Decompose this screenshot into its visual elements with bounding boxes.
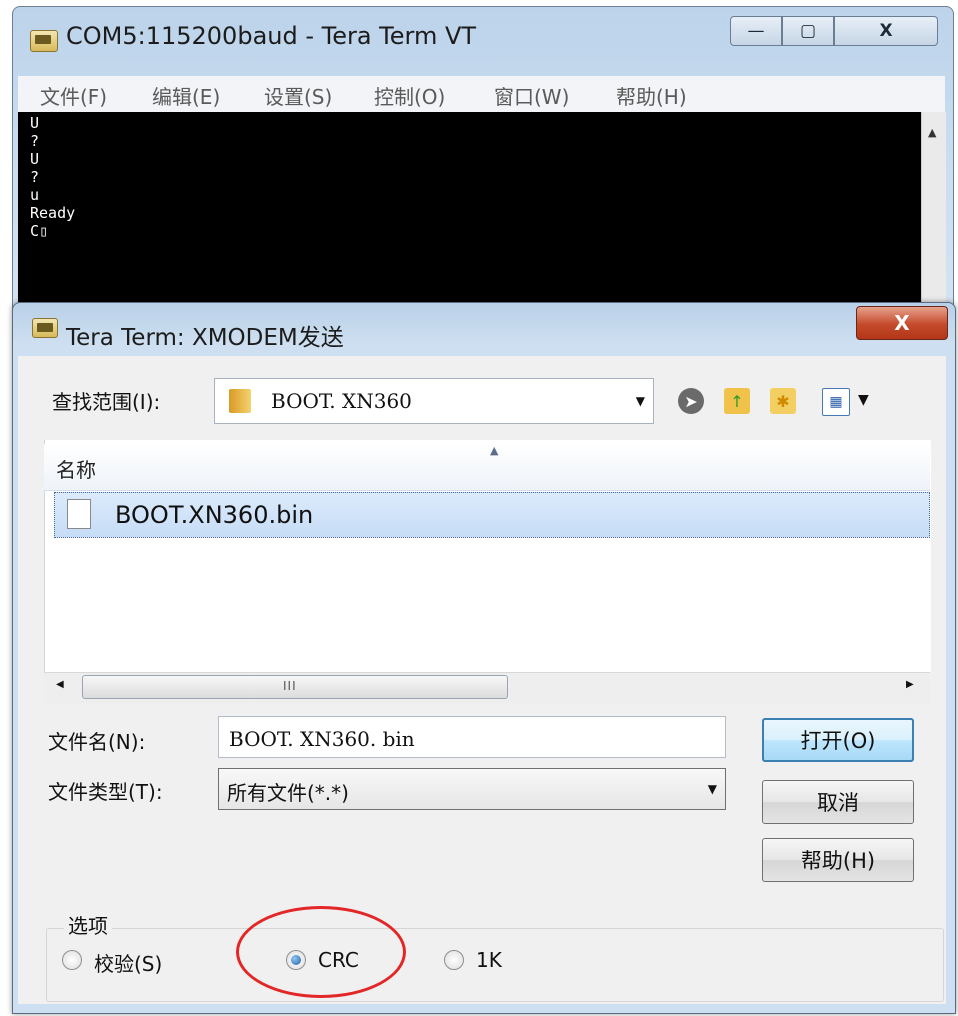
column-header-name[interactable]: 名称 ▲ xyxy=(44,444,930,491)
filetype-label: 文件类型(T): xyxy=(48,780,163,804)
dialog-app-icon xyxy=(32,318,58,338)
help-button[interactable]: 帮助(H) xyxy=(762,838,914,882)
dialog-close-button[interactable]: X xyxy=(856,306,948,340)
view-menu-icon[interactable]: ▦ xyxy=(822,388,850,416)
1k-radio[interactable] xyxy=(444,950,464,970)
cancel-button[interactable]: 取消 xyxy=(762,780,914,824)
annotation-ellipse xyxy=(236,906,406,998)
look-in-value: BOOT. XN360 xyxy=(271,389,412,413)
column-name-label: 名称 xyxy=(56,458,96,482)
scroll-right-icon[interactable]: ▶ xyxy=(906,679,914,690)
folder-icon xyxy=(229,389,251,413)
open-button[interactable]: 打开(O) xyxy=(762,718,914,762)
main-close-button[interactable]: X xyxy=(834,16,938,46)
filetype-value: 所有文件(*.*) xyxy=(227,781,349,805)
1k-radio-label[interactable]: 1K xyxy=(476,948,502,972)
filename-label: 文件名(N): xyxy=(48,730,146,754)
chevron-down-icon[interactable]: ▼ xyxy=(708,782,717,796)
scroll-up-icon[interactable]: ▲ xyxy=(928,126,936,139)
look-in-label: 查找范围(I): xyxy=(52,390,161,414)
menu-edit[interactable]: 编辑(E) xyxy=(152,81,220,110)
filename-input[interactable]: BOOT. XN360. bin xyxy=(218,716,726,758)
new-folder-icon[interactable]: ✱ xyxy=(770,388,796,414)
scrollbar-thumb[interactable]: III xyxy=(82,675,508,699)
scrollbar-grip: III xyxy=(283,679,297,693)
checksum-radio-label[interactable]: 校验(S) xyxy=(94,948,162,977)
chevron-down-icon[interactable]: ▼ xyxy=(636,394,645,408)
file-name: BOOT.XN360.bin xyxy=(115,501,314,529)
menu-control[interactable]: 控制(O) xyxy=(374,81,445,110)
file-icon xyxy=(67,499,91,529)
menu-bar: 文件(F) 编辑(E) 设置(S) 控制(O) 窗口(W) 帮助(H) xyxy=(18,76,945,113)
menu-help[interactable]: 帮助(H) xyxy=(616,81,687,110)
sort-ascending-icon: ▲ xyxy=(490,444,499,457)
dialog-title: Tera Term: XMODEM发送 xyxy=(66,325,344,351)
filename-value: BOOT. XN360. bin xyxy=(229,727,415,751)
minimize-button[interactable]: — xyxy=(730,16,782,46)
horizontal-scrollbar[interactable]: ◀ III ▶ xyxy=(44,672,930,703)
look-in-combo[interactable]: BOOT. XN360 ▼ xyxy=(214,378,654,424)
options-label: 选项 xyxy=(64,910,112,939)
filetype-select[interactable]: 所有文件(*.*) ▼ xyxy=(218,768,726,810)
main-window-title: COM5:115200baud - Tera Term VT xyxy=(66,22,477,50)
menu-file[interactable]: 文件(F) xyxy=(40,81,107,110)
checksum-radio[interactable] xyxy=(62,950,82,970)
file-list-item[interactable]: BOOT.XN360.bin xyxy=(54,492,930,538)
teraterm-app-icon xyxy=(30,30,58,52)
up-folder-icon[interactable]: ↑ xyxy=(724,388,750,414)
menu-setup[interactable]: 设置(S) xyxy=(264,81,332,110)
scroll-left-icon[interactable]: ◀ xyxy=(56,679,64,690)
back-icon[interactable]: ➤ xyxy=(678,388,704,414)
maximize-button[interactable]: ▢ xyxy=(782,16,834,46)
terminal-output: U ? U ? u Ready C▯ xyxy=(30,114,76,240)
view-menu-arrow-icon[interactable]: ▼ xyxy=(858,392,869,408)
menu-window[interactable]: 窗口(W) xyxy=(494,81,569,110)
